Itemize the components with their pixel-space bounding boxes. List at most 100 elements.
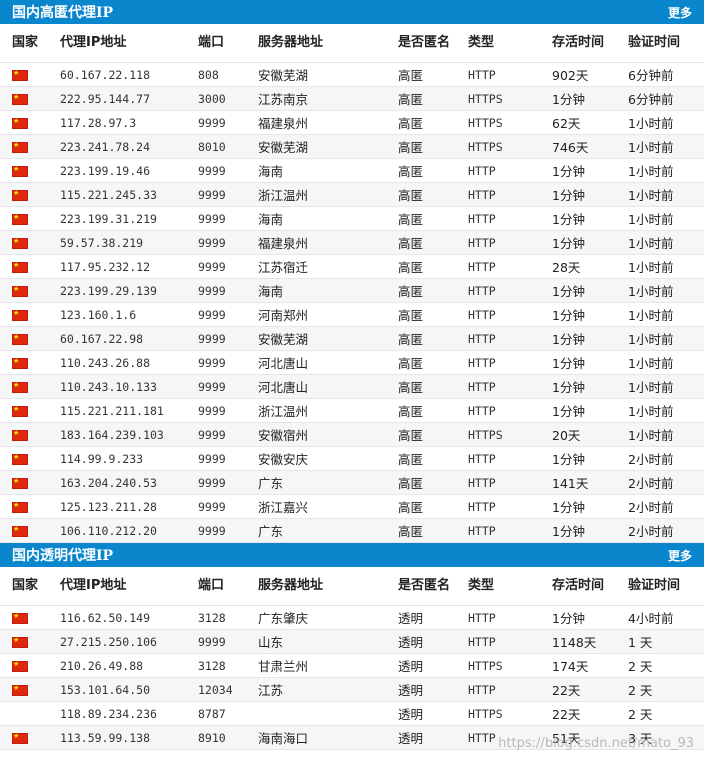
cell-verify-time: 1小时前 [628, 326, 704, 351]
cell-ip: 110.243.26.88 [60, 350, 198, 375]
cell-ip: 125.123.211.28 [60, 494, 198, 519]
cell-server: 安徽安庆 [258, 446, 398, 471]
cn-flag-icon [12, 475, 28, 489]
column-header-type: 类型 [468, 24, 552, 63]
cn-flag-icon [12, 283, 28, 297]
cell-port: 9999 [198, 470, 258, 495]
table-row: 27.215.250.1069999山东透明HTTP1148天1 天 [0, 629, 704, 654]
table-header-row: 国家 代理IP地址 端口 服务器地址 是否匿名 类型 存活时间 验证时间 [0, 567, 704, 606]
proxy-table: 国家代理IP地址端口服务器地址是否匿名类型存活时间验证时间60.167.22.1… [0, 24, 704, 543]
cell-anonymity: 高匿 [398, 86, 468, 111]
cell-country [0, 326, 60, 351]
section-header: 国内高匿代理IP 更多 [0, 0, 704, 24]
column-header-verify-time: 验证时间 [628, 24, 704, 63]
cell-country [0, 230, 60, 255]
cell-country [0, 701, 60, 726]
column-header-alive-time: 存活时间 [552, 567, 628, 606]
cell-country [0, 302, 60, 327]
table-row: 223.241.78.248010安徽芜湖高匿HTTPS746天1小时前 [0, 134, 704, 159]
cell-ip: 117.28.97.3 [60, 110, 198, 135]
cell-anonymity: 高匿 [398, 182, 468, 207]
cell-country [0, 110, 60, 135]
cell-verify-time: 1小时前 [628, 158, 704, 183]
column-header-anonymity: 是否匿名 [398, 24, 468, 63]
cell-ip: 60.167.22.118 [60, 62, 198, 87]
table-row: 118.89.234.236 8787 透明 HTTPS 22天 2 天 [0, 701, 704, 726]
cell-anonymity: 高匿 [398, 350, 468, 375]
cn-flag-icon [12, 379, 28, 393]
more-link[interactable]: 更多 [668, 547, 692, 564]
cell-verify-time: 1小时前 [628, 182, 704, 207]
cell-alive-time: 1148天 [552, 629, 628, 654]
cell-country [0, 206, 60, 231]
cell-server [258, 701, 398, 726]
cn-flag-icon [12, 163, 28, 177]
column-header-type: 类型 [468, 567, 552, 606]
cell-verify-time: 1小时前 [628, 374, 704, 399]
cell-ip: 223.199.29.139 [60, 278, 198, 303]
cell-port: 9999 [198, 629, 258, 654]
cell-country [0, 62, 60, 87]
table-row: 117.28.97.39999福建泉州高匿HTTPS62天1小时前 [0, 110, 704, 135]
column-header-ip: 代理IP地址 [60, 24, 198, 63]
section-header: 国内透明代理IP 更多 [0, 543, 704, 567]
cn-flag-icon [12, 187, 28, 201]
cn-flag-icon [12, 307, 28, 321]
table-row: 59.57.38.2199999福建泉州高匿HTTP1分钟1小时前 [0, 230, 704, 255]
cell-anonymity: 高匿 [398, 134, 468, 159]
cell-anonymity: 透明 [398, 677, 468, 702]
cell-type: HTTP [468, 254, 552, 279]
cell-server: 江苏 [258, 677, 398, 702]
cell-verify-time: 2 天 [628, 677, 704, 702]
high-anon-proxy-section: 国内高匿代理IP更多国家代理IP地址端口服务器地址是否匿名类型存活时间验证时间6… [0, 0, 704, 543]
cell-alive-time: 1分钟 [552, 350, 628, 375]
more-link[interactable]: 更多 [668, 4, 692, 21]
section-title: 国内高匿代理IP [12, 5, 114, 21]
cell-country [0, 398, 60, 423]
cell-server: 甘肃兰州 [258, 653, 398, 678]
cell-country [0, 446, 60, 471]
cell-anonymity: 高匿 [398, 254, 468, 279]
cell-anonymity: 透明 [398, 701, 468, 726]
cell-server: 广东 [258, 518, 398, 543]
cell-server: 福建泉州 [258, 110, 398, 135]
cell-alive-time: 1分钟 [552, 605, 628, 630]
cell-server: 江苏南京 [258, 86, 398, 111]
cell-anonymity: 高匿 [398, 374, 468, 399]
cell-port: 9999 [198, 446, 258, 471]
cell-verify-time: 1小时前 [628, 230, 704, 255]
cell-ip: 116.62.50.149 [60, 605, 198, 630]
cell-ip: 60.167.22.98 [60, 326, 198, 351]
table-row: 125.123.211.289999浙江嘉兴高匿HTTP1分钟2小时前 [0, 494, 704, 519]
cn-flag-icon [12, 67, 28, 81]
cell-alive-time: 51天 [552, 725, 628, 750]
cell-country [0, 470, 60, 495]
table-row: 210.26.49.883128甘肃兰州透明HTTPS174天2 天 [0, 653, 704, 678]
table-header-row: 国家 代理IP地址 端口 服务器地址 是否匿名 类型 存活时间 验证时间 [0, 24, 704, 63]
cell-type: HTTP [468, 350, 552, 375]
table-row: 123.160.1.69999河南郑州高匿HTTP1分钟1小时前 [0, 302, 704, 327]
cell-type: HTTP [468, 182, 552, 207]
cell-ip: 115.221.245.33 [60, 182, 198, 207]
cell-anonymity: 高匿 [398, 62, 468, 87]
cell-server: 海南 [258, 206, 398, 231]
cell-alive-time: 174天 [552, 653, 628, 678]
cell-port: 9999 [198, 398, 258, 423]
cell-type: HTTP [468, 278, 552, 303]
cell-server: 河南郑州 [258, 302, 398, 327]
cn-flag-icon [12, 91, 28, 105]
cell-verify-time: 1小时前 [628, 134, 704, 159]
cell-ip: 117.95.232.12 [60, 254, 198, 279]
cn-flag-icon [12, 403, 28, 417]
cell-type: HTTP [468, 158, 552, 183]
cell-port: 9999 [198, 110, 258, 135]
cell-verify-time: 1 天 [628, 629, 704, 654]
cell-server: 广东肇庆 [258, 605, 398, 630]
cell-country [0, 518, 60, 543]
table-row: 222.95.144.773000江苏南京高匿HTTPS1分钟6分钟前 [0, 86, 704, 111]
cn-flag-icon [12, 259, 28, 273]
cell-country [0, 677, 60, 702]
cell-alive-time: 22天 [552, 701, 628, 726]
column-header-ip: 代理IP地址 [60, 567, 198, 606]
cell-country [0, 422, 60, 447]
